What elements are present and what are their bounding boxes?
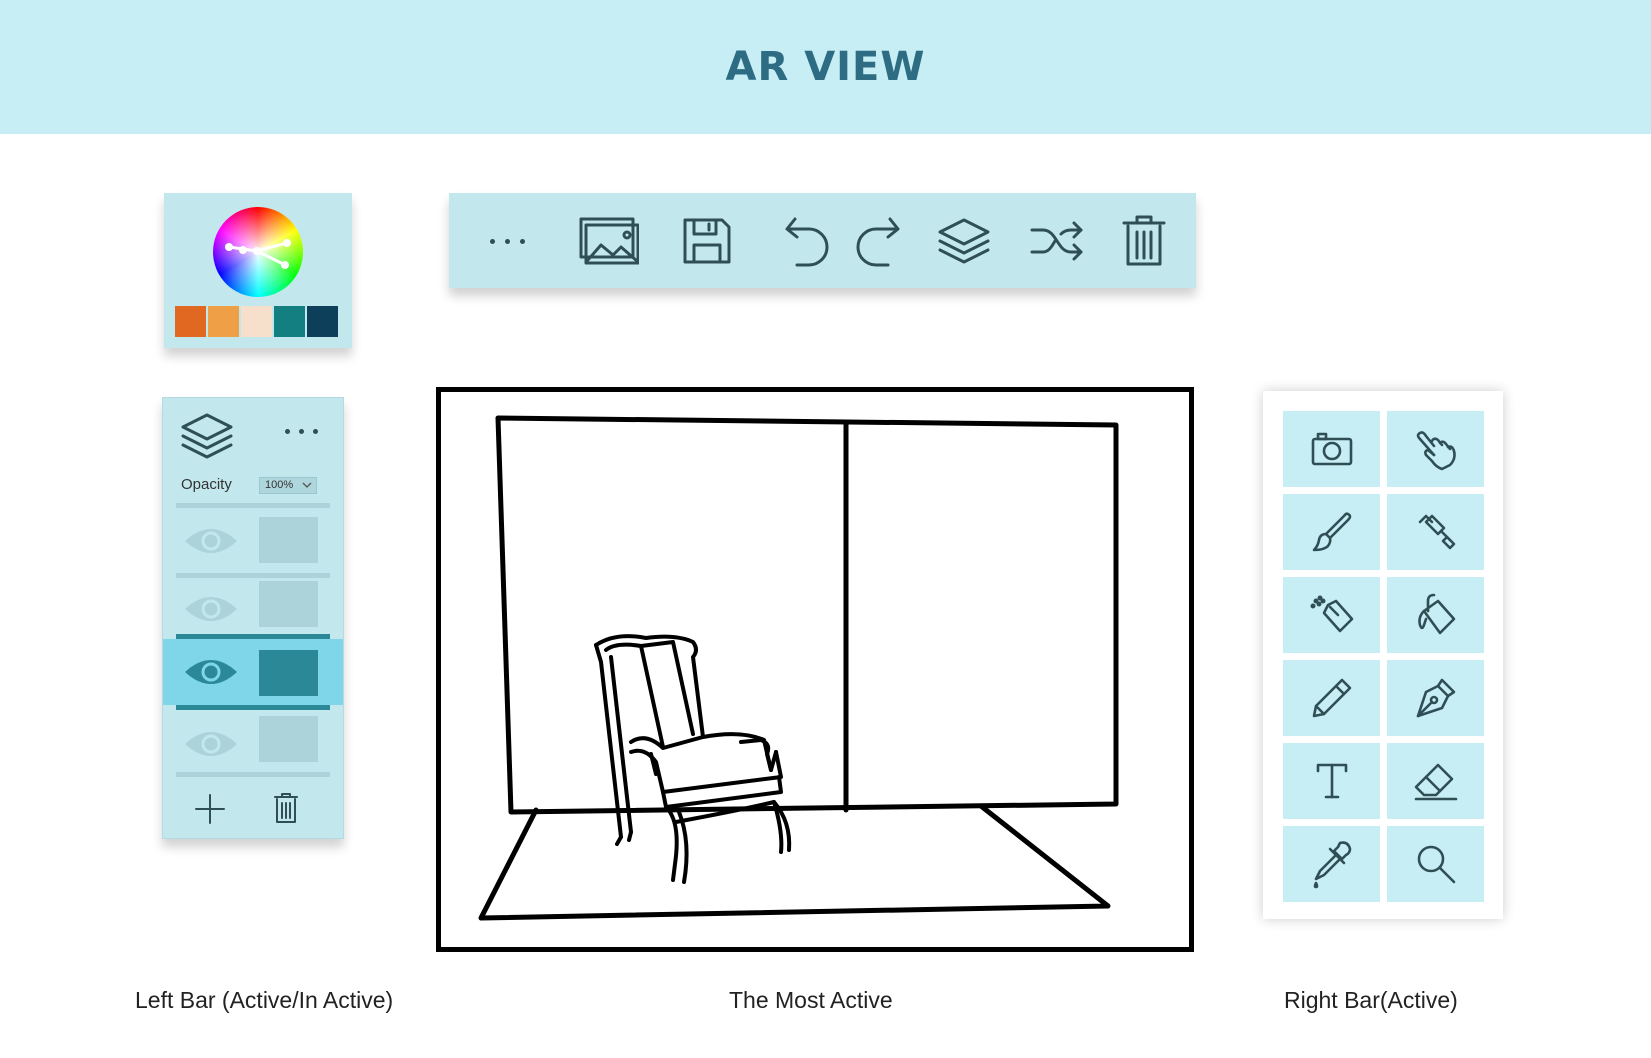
- delete-button[interactable]: [1114, 213, 1174, 269]
- color-palette-panel: [164, 193, 352, 348]
- layers-button[interactable]: [934, 213, 994, 269]
- swatch-1[interactable]: [175, 306, 206, 337]
- tool-brush[interactable]: [1283, 494, 1380, 570]
- page-title: AR VIEW: [725, 44, 926, 90]
- undo-button[interactable]: [778, 213, 838, 269]
- trash-icon: [1122, 215, 1166, 266]
- opacity-label: Opacity: [181, 476, 232, 493]
- header-bar: AR VIEW: [0, 0, 1651, 134]
- chevron-down-icon: [302, 482, 312, 488]
- eye-icon[interactable]: [183, 523, 239, 559]
- spray-can-icon: [1309, 595, 1353, 633]
- tool-magnifier[interactable]: [1387, 826, 1484, 902]
- layers-icon: [181, 413, 233, 459]
- opacity-value: 100%: [265, 479, 294, 491]
- shuffle-icon: [1030, 221, 1083, 261]
- top-toolbar: [449, 193, 1196, 288]
- opacity-dropdown[interactable]: 100%: [259, 477, 317, 494]
- layers-panel: Opacity 100%: [162, 397, 344, 839]
- swatch-4[interactable]: [274, 306, 305, 337]
- more-button[interactable]: [477, 213, 537, 269]
- color-swatches: [175, 306, 338, 337]
- undo-icon: [785, 217, 829, 267]
- brush-icon: [1312, 512, 1351, 552]
- tool-bucket[interactable]: [1387, 577, 1484, 653]
- swatch-2[interactable]: [208, 306, 239, 337]
- pencil-icon: [1312, 678, 1351, 718]
- redo-icon: [856, 217, 900, 267]
- layer-thumbnail: [259, 716, 318, 762]
- right-tool-bar: [1263, 391, 1503, 919]
- text-icon: [1316, 763, 1347, 799]
- layer-thumbnail: [259, 581, 318, 627]
- redo-button[interactable]: [847, 213, 907, 269]
- tool-camera[interactable]: [1283, 411, 1380, 487]
- tool-hand[interactable]: [1387, 411, 1484, 487]
- tool-eyedropper[interactable]: [1283, 826, 1380, 902]
- layer-thumbnail: [259, 517, 318, 563]
- tool-pen[interactable]: [1387, 660, 1484, 736]
- paint-roller-icon: [1418, 514, 1455, 550]
- tool-grid: [1283, 411, 1484, 902]
- caption-right-bar: Right Bar(Active): [1284, 987, 1458, 1013]
- room-sketch: [478, 415, 1119, 921]
- swatch-3[interactable]: [241, 306, 272, 337]
- tool-spray[interactable]: [1283, 577, 1380, 653]
- layers-header-button[interactable]: [179, 411, 235, 466]
- color-wheel-icon[interactable]: [213, 207, 303, 297]
- delete-layer-button[interactable]: [273, 792, 303, 826]
- tool-eraser[interactable]: [1387, 743, 1484, 819]
- tool-pencil[interactable]: [1283, 660, 1380, 736]
- tool-text[interactable]: [1283, 743, 1380, 819]
- layer-thumbnail: [259, 650, 318, 696]
- layer-divider: [176, 772, 330, 777]
- trash-icon: [274, 793, 298, 823]
- ellipsis-icon: [489, 238, 495, 244]
- image-icon: [579, 217, 639, 265]
- ellipsis-icon: [284, 428, 290, 434]
- floppy-disk-icon: [683, 218, 731, 264]
- hand-pointer-icon: [1416, 431, 1456, 471]
- swatch-5[interactable]: [307, 306, 338, 337]
- layers-icon: [938, 218, 990, 264]
- eye-icon[interactable]: [183, 726, 239, 762]
- save-button[interactable]: [677, 213, 737, 269]
- layer-divider: [176, 573, 330, 578]
- eye-icon[interactable]: [183, 654, 239, 690]
- layer-row-4[interactable]: [163, 710, 343, 774]
- camera-icon: [1311, 432, 1352, 466]
- caption-left-bar: Left Bar (Active/In Active): [135, 987, 394, 1013]
- layer-row-3-active[interactable]: [163, 639, 343, 705]
- eraser-icon: [1414, 763, 1457, 801]
- pen-nib-icon: [1416, 678, 1455, 718]
- plus-icon: [195, 794, 225, 824]
- image-button[interactable]: [579, 213, 639, 269]
- layer-divider: [176, 503, 330, 508]
- eyedropper-icon: [1313, 841, 1351, 889]
- layers-more-button[interactable]: [273, 416, 329, 446]
- ar-canvas[interactable]: [436, 387, 1194, 952]
- eye-icon[interactable]: [183, 591, 239, 627]
- add-layer-button[interactable]: [193, 792, 227, 826]
- shuffle-button[interactable]: [1027, 213, 1087, 269]
- paint-bucket-icon: [1417, 593, 1455, 635]
- tool-roller[interactable]: [1387, 494, 1484, 570]
- layer-row-1[interactable]: [163, 509, 343, 573]
- magnifier-icon: [1417, 845, 1455, 884]
- caption-most-active: The Most Active: [729, 987, 893, 1013]
